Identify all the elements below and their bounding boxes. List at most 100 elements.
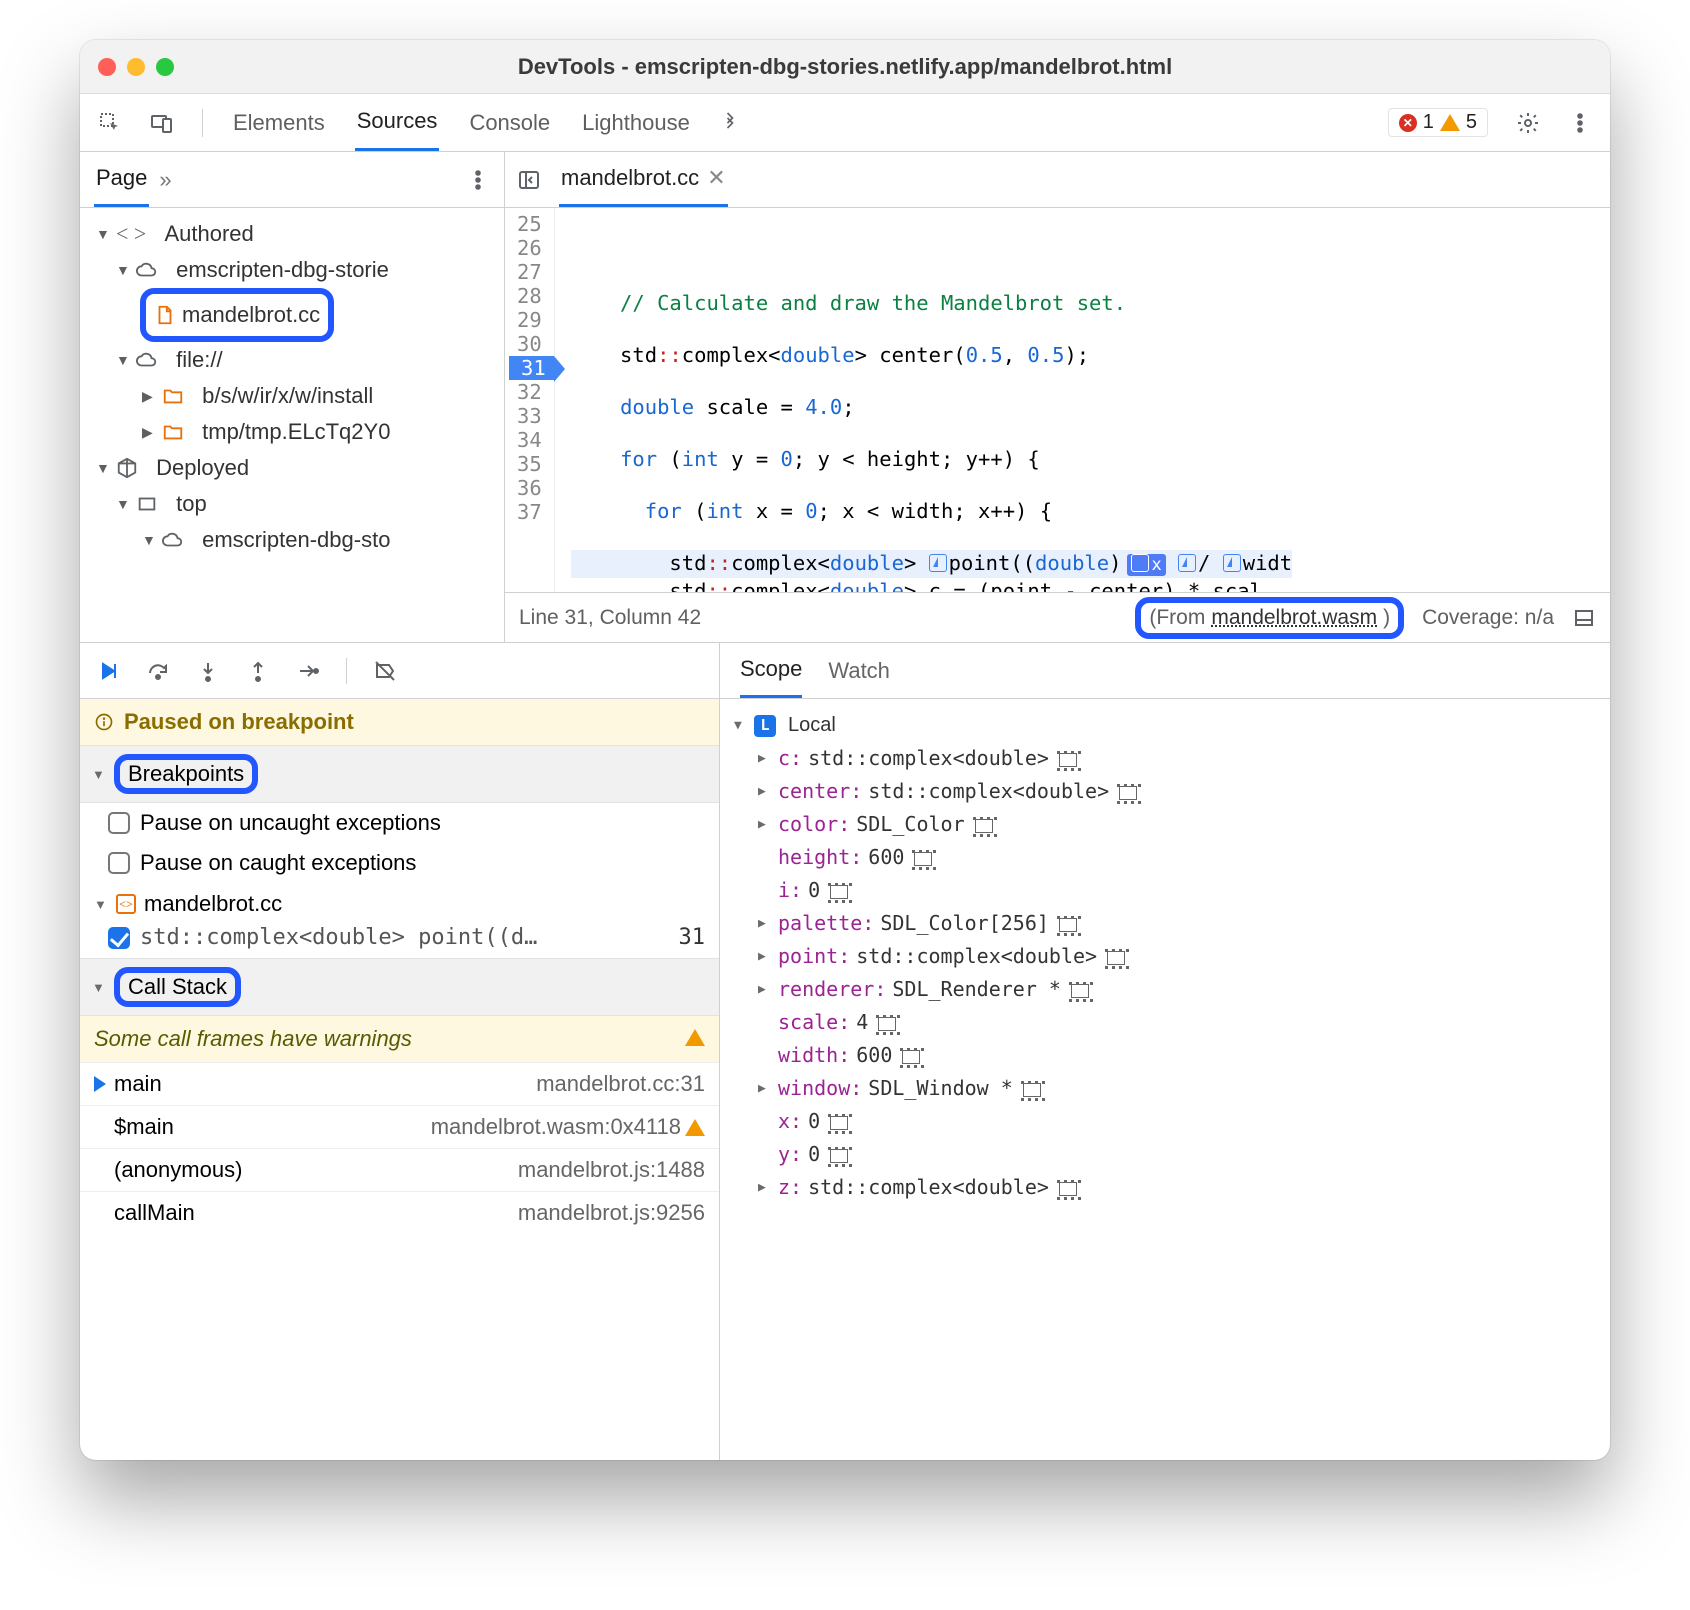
memory-icon[interactable] (830, 1116, 848, 1130)
tree-top-frame[interactable]: top (176, 486, 207, 522)
memory-icon[interactable] (1119, 786, 1137, 800)
step-over-icon[interactable] (146, 659, 170, 683)
file-mandelbrot[interactable]: mandelbrot.cc (182, 297, 320, 333)
scope-variable[interactable]: i: 0 (758, 874, 1596, 907)
memory-icon[interactable] (1023, 1083, 1041, 1097)
breakpoint-file[interactable]: ▼<>mandelbrot.cc (80, 883, 719, 921)
stack-frame[interactable]: (anonymous)mandelbrot.js:1488 (80, 1148, 719, 1191)
line-gutter[interactable]: 25 2627282930 31 323334353637 (505, 208, 555, 592)
scope-variable[interactable]: ▶color: SDL_Color (758, 808, 1596, 841)
inspect-icon[interactable] (98, 111, 122, 135)
scope-variable[interactable]: ▶window: SDL_Window * (758, 1072, 1596, 1105)
expand-icon[interactable]: ▶ (758, 775, 772, 808)
frame-name: callMain (114, 1200, 195, 1226)
file-tree[interactable]: ▼< > Authored ▼ emscripten-dbg-storie ma… (80, 208, 504, 566)
more-tabs-icon[interactable] (720, 111, 740, 135)
inline-bp-icon[interactable] (1178, 554, 1196, 572)
variable-name: x: (778, 1105, 802, 1138)
device-toggle-icon[interactable] (150, 111, 174, 135)
memory-icon[interactable] (830, 885, 848, 899)
tree-deployed[interactable]: Deployed (156, 450, 249, 486)
tree-folder[interactable]: b/s/w/ir/x/w/install (202, 378, 373, 414)
memory-icon[interactable] (914, 852, 932, 866)
expand-icon[interactable]: ▶ (758, 1171, 772, 1204)
tab-watch[interactable]: Watch (828, 658, 890, 684)
stack-frame[interactable]: $mainmandelbrot.wasm:0x4118 (80, 1105, 719, 1148)
variable-name: center: (778, 775, 862, 808)
expand-icon[interactable]: ▶ (758, 742, 772, 775)
tab-sources[interactable]: Sources (355, 94, 440, 151)
memory-icon[interactable] (830, 1149, 848, 1163)
page-tab[interactable]: Page (94, 152, 149, 207)
inline-bp-icon[interactable] (929, 554, 947, 572)
breakpoint-line[interactable]: 31 (509, 356, 554, 380)
issue-counter[interactable]: ✕ 1 5 (1388, 108, 1488, 137)
scope-variable[interactable]: width: 600 (758, 1039, 1596, 1072)
close-tab-icon[interactable]: ✕ (707, 165, 725, 191)
inline-value-chip[interactable]: x (1127, 554, 1165, 576)
memory-icon[interactable] (1059, 918, 1077, 932)
tab-scope[interactable]: Scope (740, 643, 802, 698)
memory-icon[interactable] (878, 1017, 896, 1031)
tree-authored[interactable]: Authored (164, 216, 253, 252)
pause-caught-checkbox[interactable]: Pause on caught exceptions (80, 843, 719, 883)
memory-icon[interactable] (975, 819, 993, 833)
tree-folder[interactable]: tmp/tmp.ELcTq2Y0 (202, 414, 390, 450)
memory-icon[interactable] (1059, 1182, 1077, 1196)
breakpoint-entry[interactable]: std::complex<double> point((d…31 (80, 921, 719, 958)
step-out-icon[interactable] (246, 659, 270, 683)
inline-bp-icon[interactable] (1223, 554, 1241, 572)
toggle-navigator-icon[interactable] (517, 168, 541, 192)
memory-icon[interactable] (1059, 753, 1077, 767)
expand-icon[interactable]: ▶ (758, 940, 772, 973)
scope-variable[interactable]: ▶center: std::complex<double> (758, 775, 1596, 808)
scope-variable[interactable]: scale: 4 (758, 1006, 1596, 1039)
scope-variable[interactable]: height: 600 (758, 841, 1596, 874)
checkbox-checked-icon[interactable] (108, 927, 130, 949)
memory-icon[interactable] (1107, 951, 1125, 965)
scope-variable[interactable]: ▶c: std::complex<double> (758, 742, 1596, 775)
source-mapped-from[interactable]: (From mandelbrot.wasm ) (1135, 597, 1404, 639)
tab-elements[interactable]: Elements (231, 96, 327, 150)
scope-variable[interactable]: y: 0 (758, 1138, 1596, 1171)
show-console-icon[interactable] (1572, 606, 1596, 630)
scope-variable[interactable]: x: 0 (758, 1105, 1596, 1138)
memory-icon[interactable] (902, 1050, 920, 1064)
scope-variable[interactable]: ▶point: std::complex<double> (758, 940, 1596, 973)
code-editor[interactable]: 25 2627282930 31 323334353637 // Calcula… (505, 208, 1610, 592)
memory-icon[interactable] (1071, 984, 1089, 998)
breakpoints-header[interactable]: ▼ Breakpoints (80, 745, 719, 803)
nav-kebab-icon[interactable] (466, 168, 490, 192)
stack-frame[interactable]: mainmandelbrot.cc:31 (80, 1062, 719, 1105)
checkbox-icon[interactable] (108, 852, 130, 874)
expand-icon[interactable]: ▶ (758, 907, 772, 940)
callstack-header[interactable]: ▼ Call Stack (80, 958, 719, 1016)
checkbox-icon[interactable] (108, 812, 130, 834)
resume-icon[interactable] (96, 659, 120, 683)
step-into-icon[interactable] (196, 659, 220, 683)
expand-icon[interactable]: ▶ (758, 973, 772, 1006)
scope-variable[interactable]: ▶palette: SDL_Color[256] (758, 907, 1596, 940)
source-map-link[interactable]: mandelbrot.wasm (1211, 606, 1377, 630)
expand-icon[interactable]: ▶ (758, 1072, 772, 1105)
scope-variable[interactable]: ▶renderer: SDL_Renderer * (758, 973, 1596, 1006)
more-nav-tabs-icon[interactable]: » (159, 167, 171, 193)
highlighted-file[interactable]: mandelbrot.cc (140, 288, 334, 342)
scope-body[interactable]: ▼LLocal ▶c: std::complex<double>▶center:… (720, 699, 1610, 1214)
step-icon[interactable] (296, 659, 320, 683)
scope-local[interactable]: Local (788, 709, 836, 742)
tree-origin[interactable]: emscripten-dbg-sto (202, 522, 390, 558)
tree-file-scheme[interactable]: file:// (176, 342, 222, 378)
tab-console[interactable]: Console (467, 96, 552, 150)
tree-origin[interactable]: emscripten-dbg-storie (176, 252, 389, 288)
deactivate-breakpoints-icon[interactable] (373, 659, 397, 683)
tab-lighthouse[interactable]: Lighthouse (580, 96, 692, 150)
code-content[interactable]: // Calculate and draw the Mandelbrot set… (555, 208, 1292, 592)
pause-uncaught-checkbox[interactable]: Pause on uncaught exceptions (80, 803, 719, 843)
stack-frame[interactable]: callMainmandelbrot.js:9256 (80, 1191, 719, 1234)
kebab-menu-icon[interactable] (1568, 111, 1592, 135)
settings-icon[interactable] (1516, 111, 1540, 135)
scope-variable[interactable]: ▶z: std::complex<double> (758, 1171, 1596, 1204)
editor-tab-mandelbrot[interactable]: mandelbrot.cc ✕ (559, 152, 728, 207)
expand-icon[interactable]: ▶ (758, 808, 772, 841)
